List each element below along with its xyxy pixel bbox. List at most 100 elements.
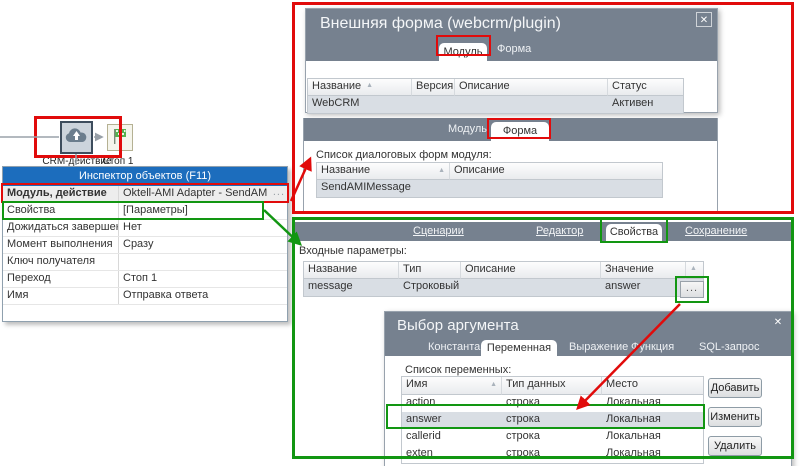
inspector-row[interactable]: Переход Стоп 1 xyxy=(3,271,287,288)
close-icon[interactable]: ✕ xyxy=(696,12,712,27)
table-header-row: Название▲ Версия Описание Статус xyxy=(308,79,683,96)
cell-name: message xyxy=(304,279,399,296)
tab-properties[interactable]: Свойства xyxy=(606,224,662,241)
property-value[interactable]: Сразу xyxy=(119,237,287,253)
form-list-section: Модуль Форма Список диалоговых форм моду… xyxy=(303,118,718,213)
column-header-name[interactable]: Название▲ xyxy=(308,79,412,96)
sort-column-header[interactable]: ▲ xyxy=(686,262,703,279)
cloud-upload-icon xyxy=(64,126,89,149)
column-header-place[interactable]: Место xyxy=(602,377,703,395)
property-value[interactable]: [Параметры] xyxy=(119,203,287,219)
property-name: Имя xyxy=(3,288,119,304)
inspector-row[interactable]: Момент выполнения Сразу xyxy=(3,237,287,254)
argument-dialog: Выбор аргумента ✕ Константа Переменная В… xyxy=(384,311,792,466)
property-value[interactable]: Отправка ответа xyxy=(119,288,287,304)
tab-form[interactable]: Форма xyxy=(491,122,549,141)
input-params-table: Название Тип Описание Значение ▲ message… xyxy=(303,261,704,297)
dialog-header[interactable]: Выбор аргумента ✕ xyxy=(385,312,791,339)
cell-name: SendAMIMessage xyxy=(317,180,450,197)
tab-expression[interactable]: Выражение xyxy=(569,341,628,353)
inspector-row[interactable]: Дожидаться завершения Нет xyxy=(3,220,287,237)
inspector-row[interactable]: Имя Отправка ответа xyxy=(3,288,287,305)
tab-form[interactable]: Форма xyxy=(497,43,531,55)
cell-name: WebCRM xyxy=(308,96,412,113)
column-header-type[interactable]: Тип xyxy=(399,262,461,279)
tab-scenarios[interactable]: Сценарии xyxy=(413,225,464,237)
table-row-sendamimessage[interactable]: SendAMIMessage xyxy=(317,180,662,197)
delete-button[interactable]: Удалить xyxy=(708,436,762,456)
tab-sql-query[interactable]: SQL-запрос xyxy=(699,341,760,353)
property-name: Дожидаться завершения xyxy=(3,220,119,236)
cell-version xyxy=(412,96,455,113)
property-name: Момент выполнения xyxy=(3,237,119,253)
inspector-row-properties[interactable]: Свойства [Параметры] xyxy=(3,203,287,220)
inspector-row-module[interactable]: Модуль, действие Oktell-AMI Adapter - Se… xyxy=(3,186,287,203)
sort-asc-icon: ▲ xyxy=(690,265,697,272)
tab-function[interactable]: Функция xyxy=(631,341,674,353)
add-button[interactable]: Добавить xyxy=(708,378,762,398)
cell-place: Локальная xyxy=(602,429,703,446)
column-header-name[interactable]: Название▲ xyxy=(317,163,450,180)
value-more-button[interactable]: ... xyxy=(680,281,704,298)
inspector-row[interactable]: Ключ получателя xyxy=(3,254,287,271)
edit-button[interactable]: Изменить xyxy=(708,407,762,427)
inspector-empty-area xyxy=(3,305,287,321)
property-value[interactable] xyxy=(119,254,287,270)
column-header-name[interactable]: Название xyxy=(304,262,399,279)
column-header-value[interactable]: Значение xyxy=(601,262,686,279)
cell-type: строка xyxy=(502,395,602,412)
argument-tabbar: Константа Переменная Выражение Функция S… xyxy=(385,339,791,356)
finish-flag-icon xyxy=(111,127,129,149)
tab-constant[interactable]: Константа xyxy=(428,341,480,353)
property-name: Модуль, действие xyxy=(3,186,119,202)
table-header-row: Имя▲ Тип данных Место xyxy=(402,377,703,395)
property-name: Ключ получателя xyxy=(3,254,119,270)
scenario-editor-tabbar: Сценарии Редактор Свойства Сохранение xyxy=(295,222,792,241)
tab-variable[interactable]: Переменная xyxy=(481,340,557,356)
sort-asc-icon: ▲ xyxy=(490,381,497,388)
column-header-name[interactable]: Имя▲ xyxy=(402,377,502,395)
inspector-title[interactable]: Инспектор объектов (F11) xyxy=(3,167,287,186)
stop-node[interactable] xyxy=(107,124,133,151)
cell-place: Локальная xyxy=(602,446,703,463)
table-row-callerid[interactable]: callerid строка Локальная xyxy=(402,429,703,446)
tab-module[interactable]: Модуль xyxy=(439,43,487,61)
column-header-status[interactable]: Статус xyxy=(608,79,683,96)
cell-type: строка xyxy=(502,446,602,463)
module-form-tabbar-2: Модуль Форма xyxy=(304,118,717,141)
cell-name: action xyxy=(402,395,502,412)
table-row-action[interactable]: action строка Локальная xyxy=(402,395,703,412)
object-inspector-panel: Инспектор объектов (F11) Модуль, действи… xyxy=(2,166,288,322)
column-header-version[interactable]: Версия xyxy=(412,79,455,96)
variables-list-label: Список переменных: xyxy=(405,364,791,376)
table-row-webcrm[interactable]: WebCRM Активен xyxy=(308,96,683,113)
property-value[interactable]: Oktell-AMI Adapter - SendAM ... xyxy=(119,186,287,202)
table-row-message[interactable]: message Строковый answer xyxy=(304,279,703,296)
tab-module[interactable]: Модуль xyxy=(448,123,487,135)
cell-status: Активен xyxy=(608,96,683,113)
tab-editor[interactable]: Редактор xyxy=(536,225,583,237)
table-row-exten[interactable]: exten строка Локальная xyxy=(402,446,703,463)
property-name: Свойства xyxy=(3,203,119,219)
more-options-icon[interactable]: ... xyxy=(273,186,285,198)
column-header-description[interactable]: Описание xyxy=(461,262,601,279)
column-header-description[interactable]: Описание xyxy=(455,79,608,96)
property-value[interactable]: Нет xyxy=(119,220,287,236)
table-row-answer[interactable]: answer строка Локальная xyxy=(402,412,703,429)
crm-action-node[interactable] xyxy=(60,121,93,154)
cell-place: Локальная xyxy=(602,412,703,429)
cell-type: строка xyxy=(502,429,602,446)
cell-description xyxy=(455,96,608,113)
cell-name: answer xyxy=(402,412,502,429)
column-header-datatype[interactable]: Тип данных xyxy=(502,377,602,395)
tab-save[interactable]: Сохранение xyxy=(685,225,747,237)
modules-table: Название▲ Версия Описание Статус WebCRM … xyxy=(307,78,684,114)
cell-name: exten xyxy=(402,446,502,463)
cell-description xyxy=(450,180,662,197)
forms-table: Название▲ Описание SendAMIMessage xyxy=(316,162,663,198)
property-value[interactable]: Стоп 1 xyxy=(119,271,287,287)
column-header-description[interactable]: Описание xyxy=(450,163,662,180)
cell-value: answer xyxy=(601,279,686,296)
dialog-header[interactable]: Внешняя форма (webcrm/plugin) ✕ xyxy=(306,9,717,39)
close-icon[interactable]: ✕ xyxy=(770,315,786,330)
